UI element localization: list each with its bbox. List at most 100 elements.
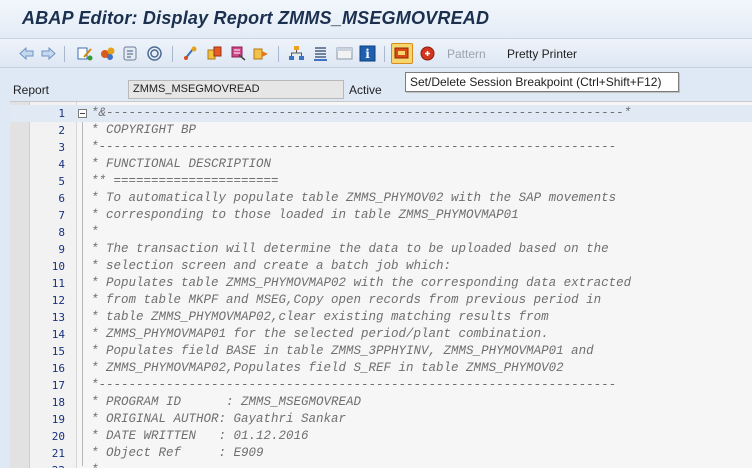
line-number: 8 xyxy=(58,226,65,239)
code-text: * ZMMS_PHYMOVMAP02,Populates field S_REF… xyxy=(91,361,564,375)
session-breakpoint-button[interactable] xyxy=(391,43,413,64)
window-icon[interactable] xyxy=(336,45,353,62)
code-line[interactable]: 15 * Populates field BASE in table ZMMS_3… xyxy=(10,343,752,360)
line-number: 20 xyxy=(51,430,65,443)
code-line[interactable]: 8 * xyxy=(10,224,752,241)
code-text: * To automatically populate table ZMMS_P… xyxy=(91,191,617,205)
code-text: * FUNCTIONAL DESCRIPTION xyxy=(91,157,272,171)
line-number: 16 xyxy=(51,362,65,375)
line-number: 6 xyxy=(58,192,65,205)
application-toolbar: i Pattern Pretty Printer xyxy=(0,38,752,68)
code-text: * Populates table ZMMS_PHYMOVMAP02 with … xyxy=(91,276,632,290)
code-line[interactable]: 17 *-------------------------------------… xyxy=(10,377,752,394)
pattern-button[interactable]: Pattern xyxy=(447,47,486,61)
line-number: 10 xyxy=(51,260,65,273)
code-text: * xyxy=(91,463,99,468)
external-breakpoint-icon[interactable] xyxy=(419,45,436,62)
code-text: *&--------------------------------------… xyxy=(91,106,632,120)
display-object-list-icon[interactable] xyxy=(312,45,329,62)
title-bar: ABAP Editor: Display Report ZMMS_MSEGMOV… xyxy=(0,0,752,38)
line-number: 13 xyxy=(51,311,65,324)
code-text: * ZMMS_PHYMOVMAP01 for the selected peri… xyxy=(91,327,549,341)
info-icon[interactable]: i xyxy=(359,45,376,62)
code-line[interactable]: 22 * xyxy=(10,462,752,468)
toolbar-separator xyxy=(278,46,279,62)
code-line[interactable]: 19 * ORIGINAL AUTHOR: Gayathri Sankar xyxy=(10,411,752,428)
code-line[interactable]: 4 * FUNCTIONAL DESCRIPTION xyxy=(10,156,752,173)
code-text: * Populates field BASE in table ZMMS_3PP… xyxy=(91,344,594,358)
code-text: * The transaction will determine the dat… xyxy=(91,242,609,256)
code-text: * Object Ref : E909 xyxy=(91,446,264,460)
code-line[interactable]: 6 * To automatically populate table ZMMS_… xyxy=(10,190,752,207)
hierarchy-icon[interactable] xyxy=(253,45,270,62)
display-change-icon[interactable] xyxy=(99,45,116,62)
report-name-field[interactable]: ZMMS_MSEGMOVREAD xyxy=(128,80,344,99)
code-text: * COPYRIGHT BP xyxy=(91,123,197,137)
code-line[interactable]: 13 * table ZMMS_PHYMOVMAP02,clear existin… xyxy=(10,309,752,326)
line-number: 7 xyxy=(58,209,65,222)
code-text: * ORIGINAL AUTHOR: Gayathri Sankar xyxy=(91,412,347,426)
line-number: 12 xyxy=(51,294,65,307)
line-number: 21 xyxy=(51,447,65,460)
object-list-icon[interactable] xyxy=(182,45,199,62)
navigate-icon[interactable] xyxy=(230,45,247,62)
collapse-block-icon[interactable] xyxy=(78,109,87,118)
code-line[interactable]: 3 *--------------------------------------… xyxy=(10,139,752,156)
line-number: 14 xyxy=(51,328,65,341)
line-number: 9 xyxy=(58,243,65,256)
code-line[interactable]: 12 * from table MKPF and MSEG,Copy open r… xyxy=(10,292,752,309)
code-line[interactable]: 10 * selection screen and create a batch … xyxy=(10,258,752,275)
code-text: *---------------------------------------… xyxy=(91,378,617,392)
code-line[interactable]: 20 * DATE WRITTEN : 01.12.2016 xyxy=(10,428,752,445)
activate-icon[interactable] xyxy=(122,45,139,62)
code-line[interactable]: 11 * Populates table ZMMS_PHYMOVMAP02 wit… xyxy=(10,275,752,292)
line-number: 4 xyxy=(58,158,65,171)
code-line[interactable]: 18 * PROGRAM ID : ZMMS_MSEGMOVREAD xyxy=(10,394,752,411)
code-line[interactable]: 2 * COPYRIGHT BP xyxy=(10,122,752,139)
back-arrow-icon[interactable] xyxy=(18,45,35,62)
check-icon[interactable] xyxy=(146,45,163,62)
line-number: 18 xyxy=(51,396,65,409)
window-title: ABAP Editor: Display Report ZMMS_MSEGMOV… xyxy=(22,8,490,28)
toolbar-separator xyxy=(172,46,173,62)
code-text: * PROGRAM ID : ZMMS_MSEGMOVREAD xyxy=(91,395,362,409)
code-text: * from table MKPF and MSEG,Copy open rec… xyxy=(91,293,602,307)
code-line[interactable]: 16 * ZMMS_PHYMOVMAP02,Populates field S_R… xyxy=(10,360,752,377)
line-number: 17 xyxy=(51,379,65,392)
code-line[interactable]: 7 * corresponding to those loaded in tabl… xyxy=(10,207,752,224)
line-number: 1 xyxy=(58,107,65,120)
toolbar-separator xyxy=(384,46,385,62)
code-text: * DATE WRITTEN : 01.12.2016 xyxy=(91,429,309,443)
code-text: * xyxy=(91,225,99,239)
line-number: 22 xyxy=(30,464,65,468)
code-text: *---------------------------------------… xyxy=(91,140,617,154)
code-line[interactable]: 14 * ZMMS_PHYMOVMAP01 for the selected pe… xyxy=(10,326,752,343)
forward-arrow-icon[interactable] xyxy=(40,45,57,62)
line-number: 15 xyxy=(51,345,65,358)
code-text: * table ZMMS_PHYMOVMAP02,clear existing … xyxy=(91,310,549,324)
code-line[interactable]: 9 * The transaction will determine the da… xyxy=(10,241,752,258)
line-number: 3 xyxy=(58,141,65,154)
code-line[interactable]: 21 * Object Ref : E909 xyxy=(10,445,752,462)
pretty-printer-button[interactable]: Pretty Printer xyxy=(507,47,577,61)
status-active-text: Active xyxy=(349,83,382,97)
line-number: 5 xyxy=(58,175,65,188)
code-text: * corresponding to those loaded in table… xyxy=(91,208,519,222)
code-line[interactable]: 1 *&-------------------------------------… xyxy=(10,105,752,122)
code-lines: 1 *&-------------------------------------… xyxy=(10,105,752,468)
line-number: 2 xyxy=(58,124,65,137)
where-used-icon[interactable] xyxy=(206,45,223,62)
breakpoint-tooltip: Set/Delete Session Breakpoint (Ctrl+Shif… xyxy=(405,72,679,92)
code-editor[interactable]: 1 *&-------------------------------------… xyxy=(10,101,752,468)
report-label: Report xyxy=(13,83,50,97)
code-line[interactable]: 5 ** ====================== xyxy=(10,173,752,190)
session-breakpoint-icon xyxy=(394,47,409,59)
toolbar-separator xyxy=(64,46,65,62)
line-number: 11 xyxy=(51,277,65,290)
code-text: * selection screen and create a batch jo… xyxy=(91,259,452,273)
svg-text:i: i xyxy=(365,47,370,61)
line-number: 19 xyxy=(51,413,65,426)
code-text: ** ====================== xyxy=(91,174,279,188)
indent-icon[interactable] xyxy=(288,45,305,62)
other-object-icon[interactable] xyxy=(76,45,93,62)
